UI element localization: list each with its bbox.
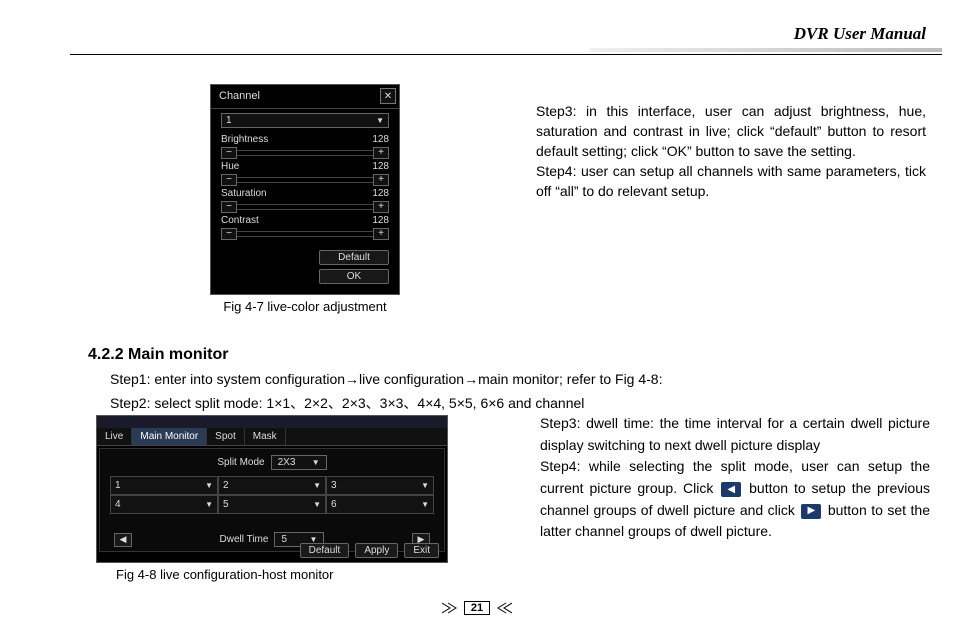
chevron-down-icon: ▼ <box>313 481 321 490</box>
default-button[interactable]: Default <box>300 543 350 558</box>
plus-button[interactable]: + <box>373 174 389 186</box>
fig48-caption: Fig 4-8 live configuration-host monitor <box>96 567 448 582</box>
hue-label: Hue <box>221 161 239 172</box>
split-mode-label: Split Mode <box>217 457 264 468</box>
exit-button[interactable]: Exit <box>404 543 439 558</box>
header-rule <box>70 48 944 58</box>
next-arrow-icon: ▶ <box>801 504 821 519</box>
step1-text: Step1: enter into system configuration→l… <box>110 371 662 387</box>
channel-cell-5[interactable]: 5▼ <box>218 495 326 514</box>
page-number: 21 <box>464 601 490 615</box>
saturation-value: 128 <box>372 188 389 199</box>
channel-value: 1 <box>226 115 232 126</box>
saturation-slider[interactable] <box>237 204 373 210</box>
channel-select[interactable]: 1 ▼ <box>221 113 389 128</box>
fig47-title: Channel <box>219 90 260 102</box>
contrast-slider[interactable] <box>237 231 373 237</box>
channel-cell-2[interactable]: 2▼ <box>218 476 326 495</box>
default-button[interactable]: Default <box>319 250 389 265</box>
page-footer: 21 <box>0 601 954 615</box>
channel-5-value: 5 <box>223 499 229 510</box>
channel-1-value: 1 <box>115 480 121 491</box>
minus-button[interactable]: − <box>221 201 237 213</box>
tab-mask[interactable]: Mask <box>245 428 286 445</box>
chevron-down-icon: ▼ <box>205 481 213 490</box>
close-icon[interactable]: ✕ <box>380 88 396 104</box>
minus-button[interactable]: − <box>221 228 237 240</box>
dwell-time-value: 5 <box>281 534 287 545</box>
plus-button[interactable]: + <box>373 201 389 213</box>
fig47-caption: Fig 4-7 live-color adjustment <box>190 299 420 314</box>
chevron-down-icon: ▼ <box>421 500 429 509</box>
chevron-down-icon: ▼ <box>313 500 321 509</box>
step3-text: Step3: in this interface, user can adjus… <box>536 102 926 162</box>
brightness-value: 128 <box>372 134 389 145</box>
plus-button[interactable]: + <box>373 147 389 159</box>
channel-cell-1[interactable]: 1▼ <box>110 476 218 495</box>
chevron-down-icon: ▼ <box>312 458 320 467</box>
hue-slider[interactable] <box>237 177 373 183</box>
dwell-time-label: Dwell Time <box>220 534 269 545</box>
step2-text: Step2: select split mode: 1×1、2×2、2×3、3×… <box>110 393 584 413</box>
chevron-down-icon: ▼ <box>421 481 429 490</box>
step4-text: Step4: user can setup all channels with … <box>536 162 926 202</box>
saturation-label: Saturation <box>221 188 267 199</box>
brightness-slider[interactable] <box>237 150 373 156</box>
tab-live[interactable]: Live <box>97 428 132 445</box>
ok-button[interactable]: OK <box>319 269 389 284</box>
ribbon-right-icon <box>490 601 512 615</box>
channel-cell-4[interactable]: 4▼ <box>110 495 218 514</box>
brightness-label: Brightness <box>221 134 268 145</box>
section-heading: 4.2.2 Main monitor <box>88 346 228 364</box>
prev-arrow-icon: ◀ <box>721 482 741 497</box>
tab-main-monitor[interactable]: Main Monitor <box>132 428 207 445</box>
ribbon-left-icon <box>442 601 464 615</box>
fig48-panel: Live Main Monitor Spot Mask Split Mode 2… <box>96 415 448 563</box>
apply-button[interactable]: Apply <box>355 543 398 558</box>
minus-button[interactable]: − <box>221 174 237 186</box>
channel-3-value: 3 <box>331 480 337 491</box>
doc-header-title: DVR User Manual <box>70 24 944 44</box>
channel-6-value: 6 <box>331 499 337 510</box>
contrast-value: 128 <box>372 215 389 226</box>
r2-step3: Step3: dwell time: the time interval for… <box>540 413 930 456</box>
contrast-label: Contrast <box>221 215 259 226</box>
chevron-down-icon: ▼ <box>376 116 384 125</box>
fig47-panel: Channel ✕ 1 ▼ Brightness 128 − + Hue 128 − +… <box>210 84 400 295</box>
channel-4-value: 4 <box>115 499 121 510</box>
chevron-down-icon: ▼ <box>205 500 213 509</box>
split-mode-value: 2X3 <box>278 457 296 468</box>
channel-cell-6[interactable]: 6▼ <box>326 495 434 514</box>
plus-button[interactable]: + <box>373 228 389 240</box>
tab-spot[interactable]: Spot <box>207 428 245 445</box>
prev-group-button[interactable]: ◀ <box>114 533 132 547</box>
minus-button[interactable]: − <box>221 147 237 159</box>
channel-2-value: 2 <box>223 480 229 491</box>
split-mode-select[interactable]: 2X3 ▼ <box>271 455 327 470</box>
channel-cell-3[interactable]: 3▼ <box>326 476 434 495</box>
r2-step4: Step4: while selecting the split mode, u… <box>540 456 930 543</box>
hue-value: 128 <box>372 161 389 172</box>
